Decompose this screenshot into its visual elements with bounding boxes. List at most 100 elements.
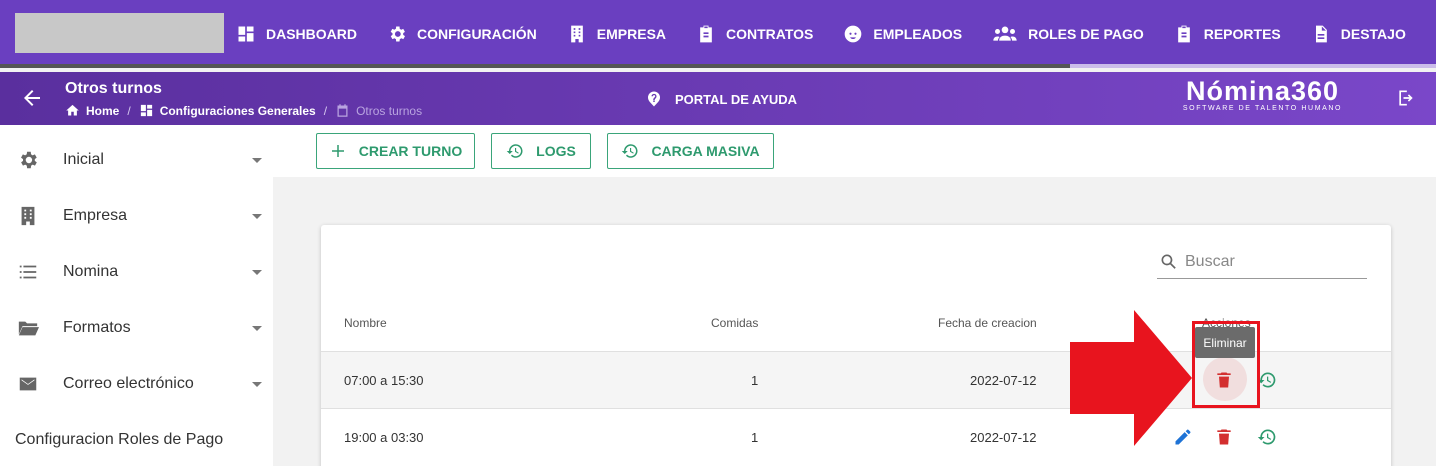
nav-label: REPORTES	[1203, 26, 1281, 42]
help-portal-link[interactable]: PORTAL DE AYUDA	[645, 90, 797, 108]
column-header-nombre[interactable]: Nombre	[344, 316, 387, 330]
main-nav: DASHBOARD CONFIGURACIÓN EMPRESA CONTRATO…	[236, 0, 1436, 68]
gear-icon	[17, 149, 39, 171]
help-icon	[648, 91, 660, 107]
breadcrumb-label: Home	[86, 103, 120, 118]
nav-label: CONTRATOS	[726, 26, 814, 42]
cell-nombre: 07:00 a 15:30	[344, 373, 424, 388]
trash-icon	[1217, 429, 1231, 445]
button-label: CARGA MASIVA	[651, 143, 760, 159]
sidebar-item-label: Inicial	[63, 151, 104, 168]
nav-label: DESTAJO	[1340, 26, 1406, 42]
create-shift-button[interactable]: CREAR TURNO	[316, 133, 475, 169]
nav-label: DASHBOARD	[266, 26, 357, 42]
breadcrumb-label: Configuraciones Generales	[159, 103, 316, 118]
history-icon	[622, 144, 638, 158]
breadcrumb-separator: /	[323, 103, 328, 118]
sidebar-item-roles-config[interactable]: Configuracion Roles de Pago	[15, 431, 223, 449]
delete-button[interactable]	[1214, 427, 1236, 449]
back-button[interactable]	[20, 86, 46, 112]
sidebar-item-label: Formatos	[63, 319, 131, 336]
chevron-down-icon	[252, 157, 262, 163]
sidebar-item-label: Correo electrónico	[63, 375, 194, 392]
nav-item-configuracion[interactable]: CONFIGURACIÓN	[387, 24, 537, 44]
breadcrumb-current: Otros turnos	[335, 103, 422, 118]
breadcrumb-separator: /	[127, 103, 131, 118]
loading-progress-bar	[0, 64, 1436, 68]
mail-icon	[17, 373, 39, 395]
brand-name: Nómina360	[1185, 76, 1340, 106]
breadcrumb: Home / Configuraciones Generales / Otros…	[65, 103, 422, 118]
logout-icon	[1399, 90, 1413, 106]
history-icon	[1257, 429, 1276, 445]
search-input[interactable]	[1185, 252, 1365, 271]
sidebar-item-formatos[interactable]: Formatos	[0, 300, 273, 356]
search-icon	[1161, 254, 1176, 269]
company-logo-placeholder	[15, 13, 224, 53]
chevron-down-icon	[252, 381, 262, 387]
callout-arrow-icon	[1070, 310, 1192, 446]
chevron-down-icon	[252, 325, 262, 331]
brand-tagline: SOFTWARE DE TALENTO HUMANO	[1182, 105, 1343, 112]
history-button[interactable]	[1257, 370, 1279, 392]
home-icon	[66, 104, 79, 116]
face-icon	[845, 25, 862, 43]
button-label: LOGS	[536, 143, 576, 159]
column-header-comidas[interactable]: Comidas	[711, 316, 758, 330]
nav-item-contratos[interactable]: CONTRATOS	[696, 24, 813, 44]
top-navbar: DASHBOARD CONFIGURACIÓN EMPRESA CONTRATO…	[0, 0, 1436, 68]
dashboard-icon	[238, 26, 254, 42]
nav-label: ROLES DE PAGO	[1028, 26, 1144, 42]
cell-nombre: 19:00 a 03:30	[344, 430, 424, 445]
sidebar: Inicial Empresa Nomina Formatos Correo e…	[0, 125, 273, 466]
table-row: 19:00 a 03:30 1 2022-07-12	[321, 408, 1391, 465]
sidebar-item-inicial[interactable]: Inicial	[0, 132, 273, 188]
sidebar-item-correo[interactable]: Correo electrónico	[0, 356, 273, 412]
cell-fecha: 2022-07-12	[970, 430, 1037, 445]
arrow-left-icon	[24, 90, 40, 106]
nav-item-roles-de-pago[interactable]: ROLES DE PAGO	[992, 24, 1144, 44]
plus-icon	[331, 145, 344, 157]
column-header-fecha[interactable]: Fecha de creacion	[938, 316, 1037, 330]
bulk-upload-button[interactable]: CARGA MASIVA	[607, 133, 774, 169]
sidebar-item-label: Empresa	[63, 207, 128, 224]
calendar-icon	[337, 104, 348, 117]
nav-item-destajo[interactable]: DESTAJO	[1311, 24, 1406, 44]
users-icon	[993, 26, 1017, 41]
logs-button[interactable]: LOGS	[491, 133, 591, 169]
history-icon	[506, 144, 523, 158]
nav-item-reportes[interactable]: REPORTES	[1174, 24, 1281, 44]
nav-label: CONFIGURACIÓN	[417, 26, 537, 42]
cell-fecha: 2022-07-12	[970, 373, 1037, 388]
page-header: Otros turnos Home / Configuraciones Gene…	[0, 72, 1436, 125]
document-icon	[1315, 25, 1327, 43]
breadcrumb-configuraciones[interactable]: Configuraciones Generales	[139, 103, 316, 118]
nav-item-dashboard[interactable]: DASHBOARD	[236, 24, 357, 44]
history-button[interactable]	[1257, 427, 1279, 449]
list-icon	[17, 261, 39, 283]
gear-icon	[390, 26, 405, 42]
building-icon	[17, 205, 39, 227]
page-title: Otros turnos	[65, 80, 162, 97]
search-field[interactable]	[1157, 245, 1367, 279]
logout-button[interactable]	[1396, 88, 1416, 113]
loading-progress-fill	[0, 64, 1070, 68]
brand-logo: Nómina360 SOFTWARE DE TALENTO HUMANO	[1150, 76, 1375, 112]
nav-item-empresa[interactable]: EMPRESA	[567, 24, 666, 44]
nav-item-empleados[interactable]: EMPLEADOS	[843, 24, 962, 44]
clipboard-icon	[700, 25, 712, 43]
cell-comidas: 1	[751, 373, 759, 388]
history-icon	[1257, 372, 1276, 388]
breadcrumb-label: Otros turnos	[356, 103, 423, 118]
sidebar-item-nomina[interactable]: Nomina	[0, 244, 273, 300]
button-label: CREAR TURNO	[358, 143, 463, 159]
help-label: PORTAL DE AYUDA	[675, 91, 798, 107]
callout-highlight-box	[1192, 321, 1260, 408]
dashboard-icon	[140, 104, 152, 117]
building-icon	[570, 25, 583, 43]
folder-icon	[17, 317, 39, 339]
nav-label: EMPRESA	[596, 26, 667, 42]
breadcrumb-home[interactable]: Home	[65, 103, 119, 118]
sidebar-item-empresa[interactable]: Empresa	[0, 188, 273, 244]
clipboard-icon	[1177, 25, 1190, 43]
